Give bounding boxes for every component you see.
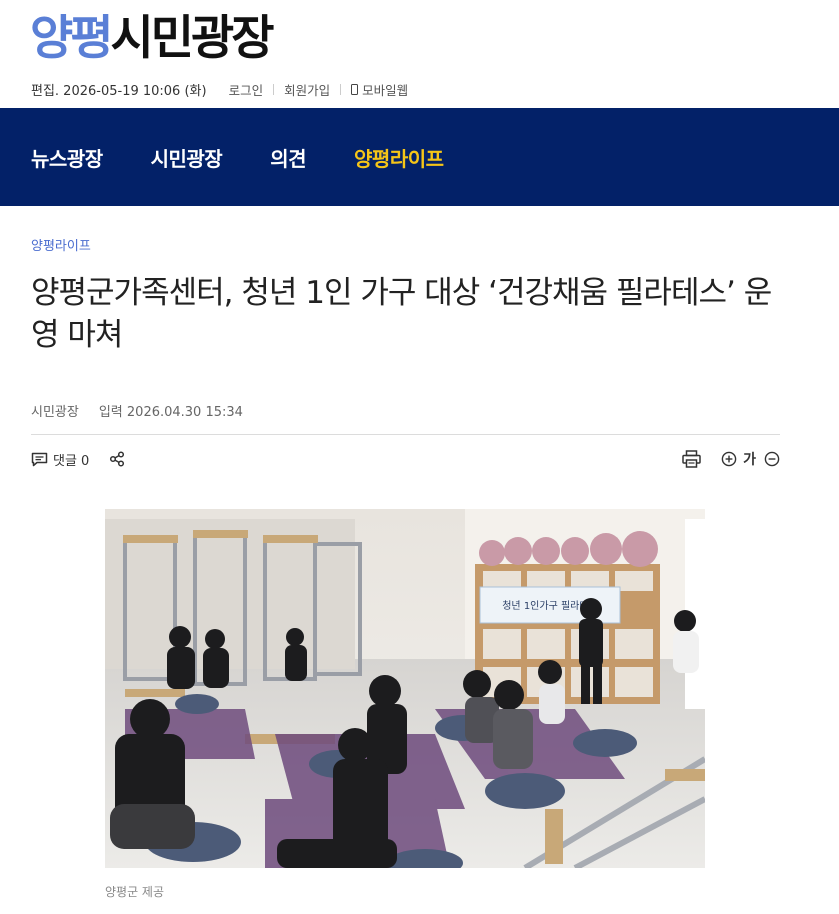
signup-link[interactable]: 회원가입 xyxy=(284,80,330,99)
article-tools-right: 가 xyxy=(682,449,780,469)
share-icon xyxy=(110,451,125,467)
article-byline: 시민광장 입력 2026.04.30 15:34 xyxy=(31,401,243,420)
font-size-label: 가 xyxy=(743,452,756,468)
login-link[interactable]: 로그인 xyxy=(229,80,264,99)
article-author: 시민광장 xyxy=(31,405,79,420)
published-date: 입력 2026.04.30 15:34 xyxy=(98,405,243,420)
edit-date: 편집. 2026-05-19 10:06 (화) xyxy=(31,83,207,99)
section-link[interactable]: 양평라이프 xyxy=(31,235,91,254)
nav-item-citizen[interactable]: 시민광장 xyxy=(151,143,223,172)
comment-count: 댓글 0 xyxy=(53,453,90,469)
logo-part-yangpyeong: 양평 xyxy=(30,11,114,66)
byline-divider xyxy=(31,434,780,435)
article-tools-left: 댓글 0 xyxy=(31,449,125,469)
top-utility-bar: 편집. 2026-05-19 10:06 (화) 로그인 회원가입 모바일웹 xyxy=(31,80,409,99)
font-size-control: 가 xyxy=(721,449,780,469)
share-button[interactable] xyxy=(109,451,125,467)
pilates-class-illustration: 청년 1인가구 필라테스 xyxy=(105,509,705,868)
divider xyxy=(273,83,275,95)
zoom-out-icon xyxy=(764,451,780,467)
main-navigation: 뉴스광장 시민광장 의견 양평라이프 xyxy=(0,108,839,206)
photo-caption: 양평군 제공 xyxy=(105,885,165,899)
site-logo[interactable]: 양평 시민광장 xyxy=(30,10,274,68)
mobile-web-link[interactable]: 모바일웹 xyxy=(351,80,408,99)
font-increase-button[interactable] xyxy=(721,451,737,467)
nav-item-life[interactable]: 양평라이프 xyxy=(354,143,444,172)
zoom-in-icon xyxy=(721,451,737,467)
comment-icon xyxy=(31,452,48,466)
article-photo: 청년 1인가구 필라테스 xyxy=(105,509,705,868)
phone-icon xyxy=(351,83,359,95)
article-title: 양평군가족센터, 청년 1인 가구 대상 ‘건강채움 필라테스’ 운영 마쳐 xyxy=(31,275,772,353)
utility-links: 로그인 회원가입 모바일웹 xyxy=(229,80,409,99)
nav-item-opinion[interactable]: 의견 xyxy=(270,143,306,172)
logo-part-citizen-square: 시민광장 xyxy=(110,11,274,66)
nav-item-news[interactable]: 뉴스광장 xyxy=(31,143,103,172)
print-icon xyxy=(682,450,701,468)
mobile-web-label: 모바일웹 xyxy=(362,82,409,98)
divider xyxy=(340,83,342,95)
print-button[interactable] xyxy=(682,450,701,468)
comment-button[interactable]: 댓글 0 xyxy=(31,450,89,469)
font-decrease-button[interactable] xyxy=(764,451,780,467)
